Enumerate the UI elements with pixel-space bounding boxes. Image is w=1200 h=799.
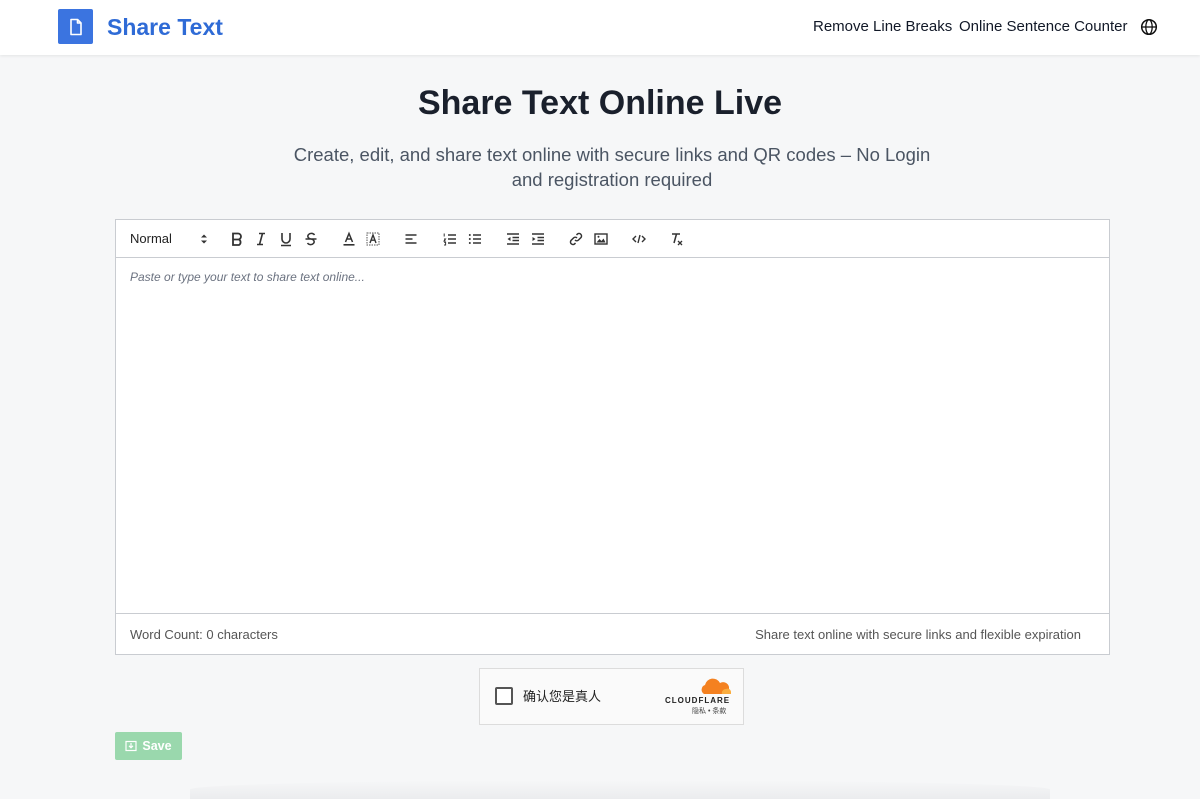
editor-placeholder: Paste or type your text to share text on…: [130, 270, 365, 284]
ordered-list-icon[interactable]: [442, 231, 458, 247]
clear-format-icon[interactable]: [669, 231, 685, 247]
bold-icon[interactable]: [229, 231, 245, 247]
captcha-separator: •: [707, 708, 711, 715]
indent-icon[interactable]: [530, 231, 546, 247]
text-color-icon[interactable]: [341, 231, 357, 247]
text-editor: Normal Paste or type your text to share …: [115, 219, 1110, 655]
heading-select[interactable]: Normal: [130, 231, 208, 247]
code-icon[interactable]: [631, 231, 647, 247]
footer-shadow: [190, 780, 1050, 799]
select-arrows-icon: [201, 234, 207, 244]
save-icon: [125, 740, 137, 752]
globe-icon[interactable]: [1140, 18, 1158, 36]
save-button[interactable]: Save: [115, 732, 182, 760]
strikethrough-icon[interactable]: [303, 231, 319, 247]
editor-status-bar: Word Count: 0 characters Share text onli…: [116, 613, 1109, 654]
nav-link-sentence-counter[interactable]: Online Sentence Counter: [959, 18, 1127, 36]
top-navbar: Share Text Remove Line Breaks Online Sen…: [0, 0, 1200, 55]
save-button-label: Save: [142, 739, 172, 753]
page-subtitle: Create, edit, and share text online with…: [293, 144, 931, 190]
italic-icon[interactable]: [253, 231, 269, 247]
cloudflare-brand: CLOUDFLARE: [665, 696, 731, 705]
link-icon[interactable]: [568, 231, 584, 247]
align-left-icon[interactable]: [403, 231, 419, 247]
captcha-terms-link[interactable]: 条款: [712, 708, 726, 715]
outdent-icon[interactable]: [505, 231, 521, 247]
nav-link-remove-line-breaks[interactable]: Remove Line Breaks: [813, 18, 952, 36]
captcha-label: 确认您是真人: [523, 689, 602, 704]
underline-icon[interactable]: [278, 231, 294, 247]
heading-select-value: Normal: [130, 231, 172, 246]
bullet-list-icon[interactable]: [467, 231, 483, 247]
editor-footer-note: Share text online with secure links and …: [755, 627, 1081, 642]
cloudflare-captcha: 确认您是真人 CLOUDFLARE 隐私 • 条款: [479, 668, 744, 725]
brand-link[interactable]: Share Text: [107, 13, 223, 41]
document-icon[interactable]: [58, 9, 93, 44]
captcha-links: 隐私 • 条款: [692, 707, 726, 716]
image-icon[interactable]: [593, 231, 609, 247]
cloudflare-cloud-icon: [701, 678, 731, 694]
word-count: Word Count: 0 characters: [130, 627, 278, 642]
editor-content-area[interactable]: Paste or type your text to share text on…: [116, 258, 1109, 612]
editor-toolbar: Normal: [116, 220, 1109, 258]
captcha-privacy-link[interactable]: 隐私: [692, 708, 706, 715]
page-title: Share Text Online Live: [417, 84, 783, 122]
captcha-checkbox[interactable]: [495, 687, 513, 705]
background-color-icon[interactable]: [365, 231, 381, 247]
